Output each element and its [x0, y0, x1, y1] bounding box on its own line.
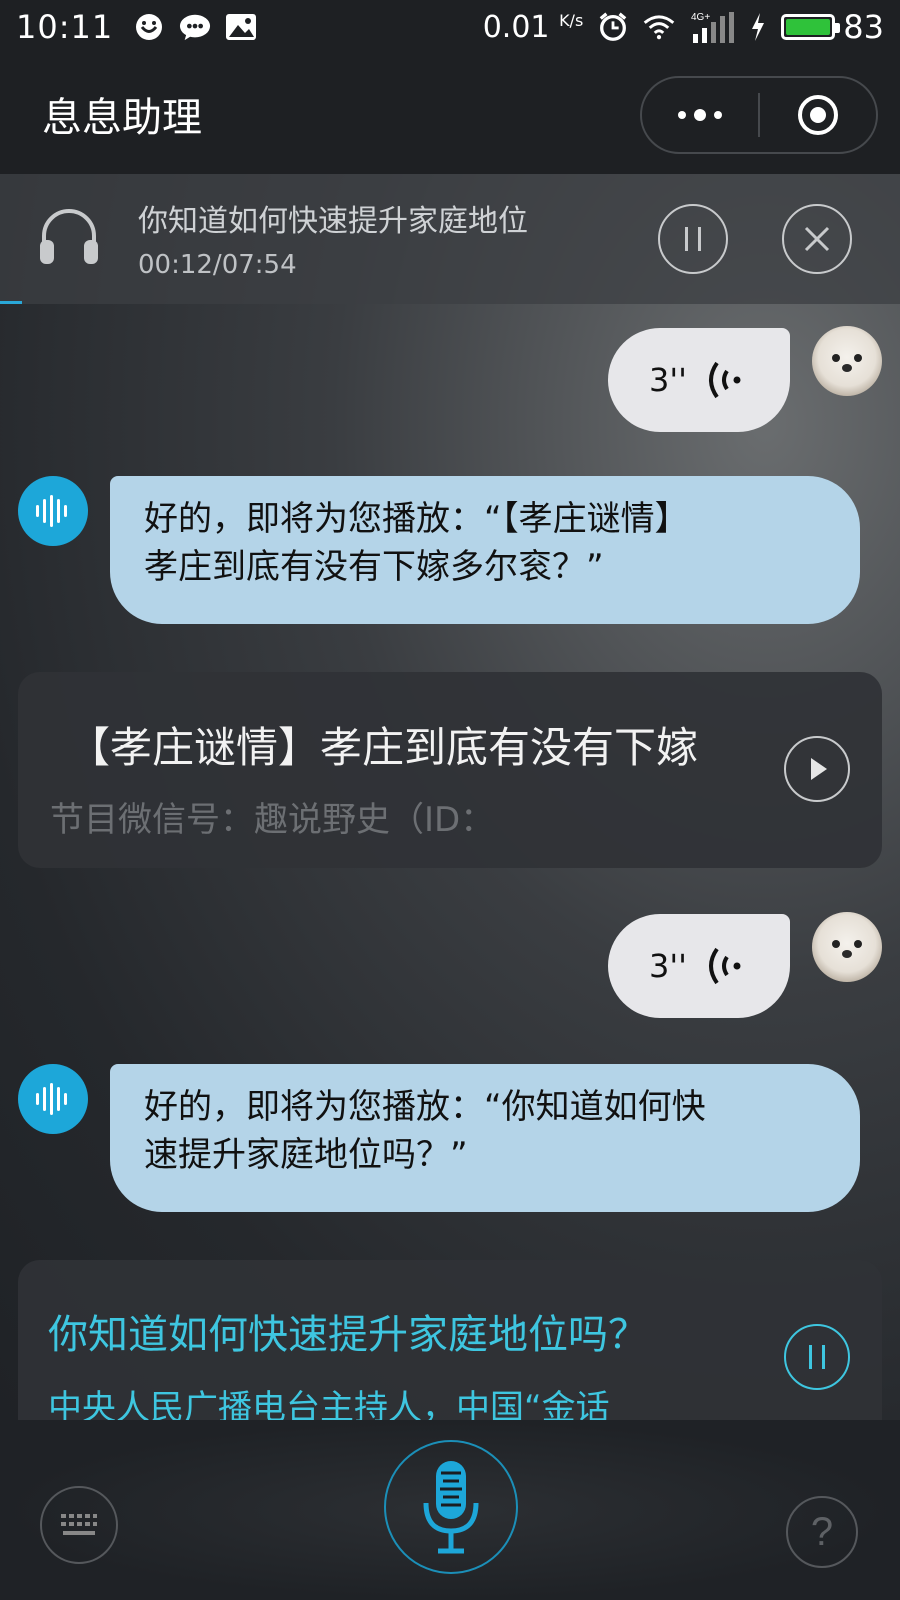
network-speed: 0.01 K/s [482, 9, 584, 45]
input-bar: ? [0, 1420, 900, 1600]
more-options-button[interactable] [642, 78, 758, 152]
microphone-icon [423, 1461, 479, 1554]
close-player-button[interactable] [782, 204, 852, 274]
voice-duration: 3'' [649, 361, 687, 399]
program-card-active[interactable]: 你知道如何快速提升家庭地位吗？ 中央人民广播电台主持人，中国“金话 [18, 1260, 882, 1420]
assistant-avatar [18, 1064, 88, 1134]
more-dot-icon [714, 111, 722, 119]
voice-input-button[interactable] [384, 1440, 518, 1574]
close-miniprogram-button[interactable] [760, 78, 876, 152]
image-notification-icon [225, 11, 257, 43]
card-title: 【孝庄谜情】孝庄到底有没有下嫁 [68, 723, 699, 772]
assistant-message: 好的，即将为您播放：“你知道如何快 速提升家庭地位吗？” [110, 1064, 860, 1212]
battery-indicator: 83 [781, 8, 884, 46]
now-playing-bar[interactable]: 你知道如何快速提升家庭地位 00:12/07:54 [0, 174, 900, 304]
alarm-icon [597, 11, 629, 43]
miniprogram-capsule [640, 76, 878, 154]
smiley-icon [133, 11, 165, 43]
card-subtitle: 节目微信号：趣说野史（ID： [50, 800, 495, 840]
more-dot-icon [694, 109, 706, 121]
more-dot-icon [678, 111, 686, 119]
headphones-icon [36, 204, 102, 274]
target-close-icon [798, 95, 838, 135]
message-line: 速提升家庭地位吗？” [144, 1134, 468, 1175]
charging-icon [749, 11, 767, 43]
svg-text:4G+: 4G+ [691, 12, 710, 23]
battery-icon [781, 14, 841, 40]
cellular-signal-icon: 4G+ [689, 11, 735, 43]
title-bar: 息息助理 [0, 54, 900, 174]
play-button[interactable] [784, 736, 850, 802]
voice-duration: 3'' [649, 947, 687, 985]
play-icon [811, 758, 827, 780]
pause-button[interactable] [784, 1324, 850, 1390]
help-icon: ? [810, 1509, 834, 1554]
user-avatar[interactable] [812, 326, 882, 396]
help-button[interactable]: ? [786, 1496, 858, 1568]
wechat-icon [179, 11, 211, 43]
assistant-avatar [18, 476, 88, 546]
voice-playback-icon [708, 361, 741, 399]
soundwave-icon [36, 1083, 67, 1115]
user-avatar[interactable] [812, 912, 882, 982]
wifi-icon [643, 11, 675, 43]
close-icon [804, 226, 830, 252]
playback-progress [0, 301, 22, 304]
card-subtitle: 中央人民广播电台主持人，中国“金话 [48, 1388, 610, 1420]
page-title: 息息助理 [42, 95, 202, 141]
message-line: 好的，即将为您播放：“【孝庄谜情】 [144, 499, 689, 539]
keyboard-button[interactable] [40, 1486, 118, 1564]
card-title: 你知道如何快速提升家庭地位吗？ [48, 1312, 648, 1358]
pause-button[interactable] [658, 204, 728, 274]
soundwave-icon [36, 495, 67, 527]
assistant-message: 好的，即将为您播放：“【孝庄谜情】 孝庄到底有没有下嫁多尔衮？” [110, 476, 860, 624]
pause-icon [685, 227, 701, 251]
now-playing-time: 00:12/07:54 [138, 250, 297, 280]
notification-icons [133, 11, 257, 43]
voice-playback-icon [708, 947, 741, 985]
battery-level: 83 [843, 8, 884, 46]
chat-area[interactable]: 你知道如何快速提升家庭地位 00:12/07:54 3'' 好的，即将为您播放：… [0, 174, 900, 1420]
program-card[interactable]: 【孝庄谜情】孝庄到底有没有下嫁 节目微信号：趣说野史（ID： [18, 672, 882, 868]
clock: 10:11 [16, 8, 114, 46]
pause-icon [809, 1345, 825, 1369]
status-bar: 10:11 0.01 K/s 4G+ 83 [0, 0, 900, 54]
keyboard-icon [61, 1514, 97, 1535]
network-speed-unit: K/s [559, 10, 584, 30]
user-voice-message[interactable]: 3'' [608, 328, 790, 432]
now-playing-title: 你知道如何快速提升家庭地位 [138, 204, 528, 239]
message-line: 孝庄到底有没有下嫁多尔衮？” [144, 546, 604, 587]
user-voice-message[interactable]: 3'' [608, 914, 790, 1018]
message-line: 好的，即将为您播放：“你知道如何快 [144, 1087, 706, 1127]
